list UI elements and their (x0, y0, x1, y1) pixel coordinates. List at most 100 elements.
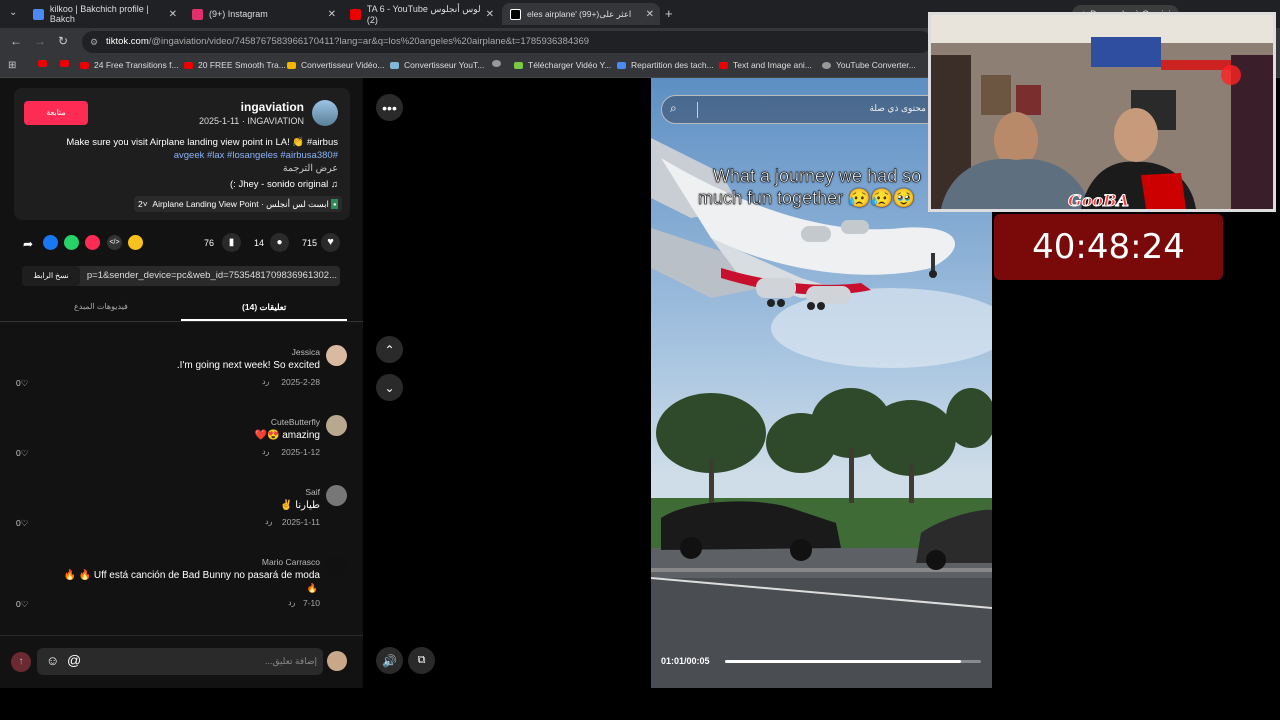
facebook-icon[interactable] (43, 235, 58, 250)
my-avatar[interactable] (327, 651, 347, 671)
commenter-avatar[interactable] (326, 345, 347, 366)
commenter-avatar[interactable] (326, 555, 347, 576)
next-video-button[interactable]: ⌄ (376, 374, 403, 401)
heart-icon[interactable]: ♥ (321, 233, 340, 252)
see-translation-link[interactable]: عرض الترجمة (283, 163, 338, 174)
search-icon[interactable]: ⌕ (670, 101, 677, 116)
comment-input[interactable]: ☺ @ إضافة تعليق... (37, 648, 323, 675)
back-icon[interactable]: ← (10, 34, 22, 48)
comment-date: 2025-2-28 (281, 377, 320, 387)
location-tag[interactable]: 2˅ Airplane Landing View Point · ابست لس… (134, 196, 343, 212)
video-progress-track[interactable] (725, 660, 981, 663)
url-field[interactable]: ⚙ tiktok.com/@ingaviation/video/74587675… (82, 31, 932, 53)
creator-username[interactable]: ingaviation (241, 100, 304, 114)
music-info[interactable]: ♫ Jhey - sonido original :) (230, 179, 338, 190)
whatsapp-icon[interactable] (64, 235, 79, 250)
hashtags[interactable]: #avgeek #lax #losangeles #airbusa380 (174, 150, 338, 161)
docs-icon (617, 61, 626, 69)
reply-button[interactable]: رد (262, 447, 269, 456)
tab-instagram[interactable]: (9+) Instagram ✕ (184, 3, 342, 25)
bookmark-smooth[interactable]: 20 FREE Smooth Tra... (184, 60, 286, 70)
bookmark-repartition[interactable]: Repartition des tach... (617, 60, 714, 70)
video-search-bar[interactable]: ⌕ محتوى ذي صلة (661, 95, 961, 124)
active-tab-underline (181, 319, 347, 321)
emoji-reaction-icon[interactable] (128, 235, 143, 250)
tab-bakchich[interactable]: kilkoo | Bakchich profile | Bakch ✕ (25, 3, 183, 25)
send-icon[interactable] (85, 235, 100, 250)
comment-text: Uff está canción de Bad Bunny no pasará … (63, 570, 320, 581)
mention-icon[interactable]: @ (67, 652, 81, 668)
list-item: Mario Carrasco Uff está canción de Bad B… (0, 553, 363, 623)
bookmark-text-image[interactable]: Text and Image ani... (719, 60, 812, 70)
bookmark-icon[interactable]: ▮ (222, 233, 241, 252)
tab-tiktok[interactable]: eles airplane' (99+)اعثر على ✕ (502, 3, 660, 25)
tab-creator-videos[interactable]: فيديوهات المبدع (74, 302, 128, 311)
creator-avatar[interactable] (312, 100, 338, 126)
bottom-strip (0, 688, 1280, 720)
reload-icon[interactable]: ↻ (58, 34, 68, 48)
tab-list-icon[interactable]: ⌄ (9, 7, 17, 18)
commenter-name[interactable]: Jessica (292, 347, 320, 357)
comment-like[interactable]: 0♡ (16, 599, 28, 610)
tab-youtube[interactable]: TA 6 - YouTube لوس أنجلوس (2) ✕ (342, 3, 500, 25)
copy-link-button[interactable]: نسخ الرابط (22, 266, 80, 286)
webcam-image (931, 15, 1273, 209)
new-tab-icon[interactable]: + (665, 6, 673, 21)
send-comment-icon[interactable]: ↑ (11, 652, 31, 672)
list-item: Jessica I'm going next week! So excited.… (0, 343, 363, 413)
commenter-name[interactable]: Saif (305, 487, 320, 497)
instagram-favicon-icon (192, 8, 203, 20)
close-tab-icon[interactable]: ✕ (646, 9, 654, 20)
comment-like[interactable]: 0♡ (16, 448, 28, 459)
tiktok-favicon-icon (510, 8, 521, 20)
follow-button[interactable]: متابعة (24, 101, 88, 125)
emoji-icon[interactable]: ☺ (46, 653, 59, 668)
comment-like[interactable]: 0♡ (16, 518, 28, 529)
embed-icon[interactable]: </> (107, 235, 122, 250)
picture-in-picture-icon: ⧉ (417, 654, 426, 666)
bookmark-label: Convertisseur Vidéo... (301, 60, 385, 70)
gooba-logo: GooBA (1068, 191, 1130, 210)
bookmark-label: YouTube Converter... (836, 60, 916, 70)
commenter-avatar[interactable] (326, 415, 347, 436)
bookmark-youtube-1[interactable] (38, 60, 52, 67)
converter-icon (390, 61, 399, 69)
bookmark-youtube-2[interactable] (60, 60, 74, 67)
pip-button[interactable]: ⧉ (408, 647, 435, 674)
forward-icon[interactable]: → (34, 34, 46, 48)
bookmark-telecharger[interactable]: Télécharger Vidéo Y... (514, 60, 611, 70)
bookmark-transitions[interactable]: 24 Free Transitions f... (80, 60, 179, 70)
previous-video-button[interactable]: ⌃ (376, 336, 403, 363)
globe-icon (492, 60, 501, 67)
reply-button[interactable]: رد (265, 517, 272, 526)
volume-button[interactable]: 🔊 (376, 647, 403, 674)
share-link-text[interactable]: p=1&sender_device=pc&web_id=753548170983… (82, 270, 337, 281)
youtube-icon (184, 61, 193, 69)
chevron-up-icon: ⌃ (384, 342, 395, 357)
bookmark-label: Text and Image ani... (733, 60, 812, 70)
tab-comments[interactable]: تعليقات (14) (242, 302, 286, 313)
share-arrow-icon[interactable]: ➦ (23, 237, 33, 251)
reply-button[interactable]: رد (288, 598, 295, 607)
commenter-name[interactable]: CuteButterfly (271, 417, 320, 427)
comment-icon[interactable]: ● (270, 233, 289, 252)
close-tab-icon[interactable]: ✕ (486, 9, 494, 20)
close-tab-icon[interactable]: ✕ (169, 9, 177, 20)
list-item: Saif طيارنا ✌️ 2025-1-11 رد 0♡ (0, 483, 363, 553)
bookmark-convertisseur-yt[interactable]: Convertisseur YouT... (390, 60, 484, 70)
commenter-name[interactable]: Mario Carrasco (262, 557, 320, 567)
comment-like[interactable]: 0♡ (16, 378, 28, 389)
site-info-icon[interactable]: ⚙ (90, 31, 98, 53)
bookmark-globe[interactable] (492, 60, 506, 67)
youtube-favicon-icon (350, 8, 361, 20)
apps-grid-icon[interactable]: ⊞ (8, 60, 16, 71)
reply-button[interactable]: رد (262, 377, 269, 386)
bookmark-yt-converter[interactable]: YouTube Converter... (822, 60, 916, 70)
commenter-avatar[interactable] (326, 485, 347, 506)
more-options-icon[interactable]: ••• (376, 94, 403, 121)
save-count: 76 (204, 238, 215, 248)
close-tab-icon[interactable]: ✕ (328, 9, 336, 20)
like-count: 715 (302, 238, 318, 248)
bakchich-favicon-icon (33, 8, 44, 20)
bookmark-convertisseur-video[interactable]: Convertisseur Vidéo... (287, 60, 384, 70)
